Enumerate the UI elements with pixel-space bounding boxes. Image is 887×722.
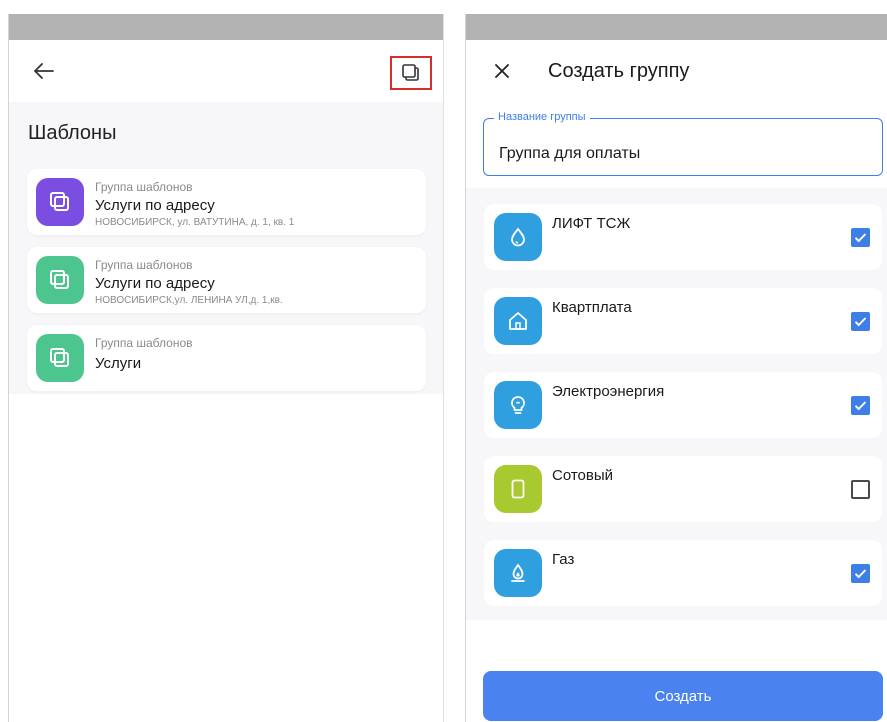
page-title: Создать группу xyxy=(548,60,690,82)
template-card[interactable]: Группа шаблонов Услуги по адресу НОВОСИБ… xyxy=(27,247,426,313)
checkmark-icon xyxy=(854,317,867,327)
create-button[interactable]: Создать xyxy=(483,671,883,721)
service-checkbox[interactable] xyxy=(851,396,870,415)
templates-header xyxy=(9,40,443,102)
template-address: НОВОСИБИРСК, ул. ВАТУТИНА, д. 1, кв. 1 xyxy=(95,217,295,228)
service-checkbox[interactable] xyxy=(851,480,870,499)
checkmark-icon xyxy=(854,569,867,579)
copy-icon xyxy=(50,270,69,289)
group-name-input[interactable] xyxy=(484,119,882,175)
close-icon xyxy=(495,64,509,78)
service-label: Сотовый xyxy=(552,467,614,484)
back-button[interactable] xyxy=(29,56,59,86)
phone-icon xyxy=(511,479,525,499)
service-item[interactable]: Сотовый xyxy=(484,456,882,522)
service-icon xyxy=(494,297,542,345)
template-subtitle: Группа шаблонов xyxy=(95,258,193,272)
service-icon xyxy=(494,549,542,597)
create-group-screen: Создать группу Название группы ЛИФТ ТСЖ … xyxy=(465,14,887,722)
page-title: Шаблоны xyxy=(28,122,117,144)
status-bar xyxy=(9,14,443,40)
service-label: Газ xyxy=(552,551,575,568)
lightbulb-icon xyxy=(511,396,525,414)
template-address: НОВОСИБИРСК,ул. ЛЕНИНА УЛ,д. 1,кв. xyxy=(95,295,283,306)
service-icon xyxy=(494,213,542,261)
service-item[interactable]: Газ xyxy=(484,540,882,606)
template-subtitle: Группа шаблонов xyxy=(95,180,193,194)
template-name: Услуги по адресу xyxy=(95,197,215,214)
templates-content: Шаблоны Группа шаблонов Услуги по адресу… xyxy=(9,102,443,394)
service-label: Квартплата xyxy=(552,299,632,316)
house-icon xyxy=(509,312,527,330)
copy-icon xyxy=(50,192,69,211)
service-icon xyxy=(494,465,542,513)
service-label: Электроэнергия xyxy=(552,383,665,400)
gas-flame-icon xyxy=(511,563,525,582)
service-label: ЛИФТ ТСЖ xyxy=(552,215,631,232)
templates-screen: Шаблоны Группа шаблонов Услуги по адресу… xyxy=(8,14,444,722)
service-checkbox[interactable] xyxy=(851,312,870,331)
service-item[interactable]: Квартплата xyxy=(484,288,882,354)
service-item[interactable]: Электроэнергия xyxy=(484,372,882,438)
service-checkbox[interactable] xyxy=(851,564,870,583)
services-list: ЛИФТ ТСЖ Квартплата Электроэнергия Сотов… xyxy=(466,188,887,620)
create-group-button[interactable] xyxy=(390,56,432,90)
water-drop-icon xyxy=(511,227,525,247)
copy-icon xyxy=(402,64,419,81)
checkmark-icon xyxy=(854,233,867,243)
template-icon xyxy=(36,334,84,382)
template-card[interactable]: Группа шаблонов Услуги xyxy=(27,325,426,391)
template-subtitle: Группа шаблонов xyxy=(95,336,193,350)
template-name: Услуги по адресу xyxy=(95,275,215,292)
template-icon xyxy=(36,178,84,226)
checkmark-icon xyxy=(854,401,867,411)
template-icon xyxy=(36,256,84,304)
service-checkbox[interactable] xyxy=(851,228,870,247)
create-group-header: Создать группу xyxy=(466,40,887,102)
close-button[interactable] xyxy=(488,57,516,85)
template-list: Группа шаблонов Услуги по адресу НОВОСИБ… xyxy=(27,169,426,403)
status-bar xyxy=(466,14,887,40)
service-item[interactable]: ЛИФТ ТСЖ xyxy=(484,204,882,270)
template-name: Услуги xyxy=(95,355,142,372)
copy-icon xyxy=(50,348,69,367)
group-name-field[interactable]: Название группы xyxy=(483,111,883,176)
arrow-left-icon xyxy=(34,63,54,79)
service-icon xyxy=(494,381,542,429)
template-card[interactable]: Группа шаблонов Услуги по адресу НОВОСИБ… xyxy=(27,169,426,235)
